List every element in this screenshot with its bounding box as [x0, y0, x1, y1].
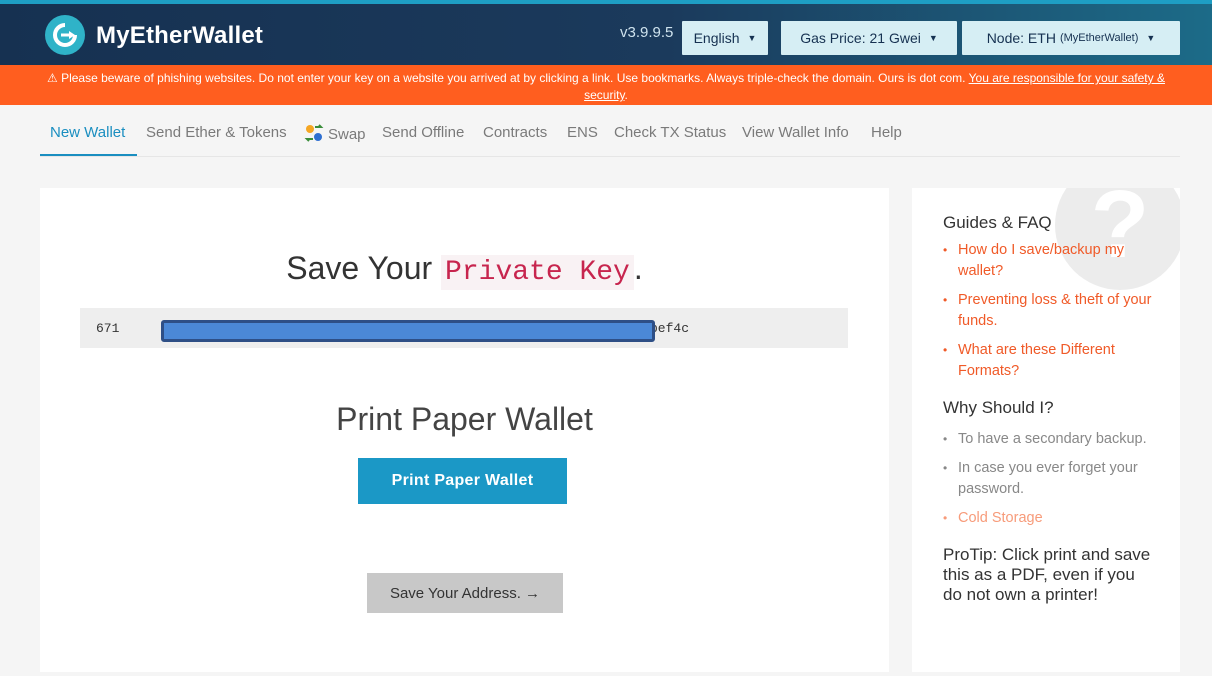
- brand-name[interactable]: MyEtherWallet: [96, 22, 263, 50]
- nav-send-ether-tokens[interactable]: Send Ether & Tokens: [146, 124, 287, 141]
- guides-faq-heading: Guides & FAQ: [943, 213, 1052, 232]
- nav-ens[interactable]: ENS: [567, 124, 598, 141]
- guide-link-prevent-loss[interactable]: Preventing loss & theft of your funds.: [943, 290, 1153, 332]
- print-paper-wallet-button[interactable]: Print Paper Wallet: [358, 458, 567, 504]
- redaction-bar: [161, 320, 655, 342]
- main-nav: New Wallet Send Ether & Tokens Swap Send…: [40, 110, 1180, 157]
- language-label: English: [693, 30, 740, 46]
- why-item-forget: In case you ever forget your password.: [943, 458, 1153, 500]
- node-sublabel: (MyEtherWallet): [1059, 32, 1139, 44]
- myetherwallet-logo-icon[interactable]: [45, 15, 85, 55]
- protip-text: ProTip: Click print and save this as a P…: [943, 545, 1151, 604]
- nav-swap[interactable]: Swap: [304, 124, 366, 143]
- why-link-cold-storage[interactable]: Cold Storage: [943, 508, 1153, 529]
- main-panel: Save Your Private Key. 671 bef4c Print P…: [40, 188, 889, 672]
- nav-help[interactable]: Help: [871, 124, 902, 141]
- guide-link-formats[interactable]: What are these Different Formats?: [943, 340, 1153, 382]
- gas-price-label: Gas Price: 21 Gwei: [800, 30, 921, 46]
- title-prefix: Save Your: [286, 250, 442, 286]
- node-dropdown[interactable]: Node: ETH (MyEtherWallet) ▼: [962, 21, 1180, 55]
- title-suffix: .: [633, 250, 643, 286]
- save-your-address-button[interactable]: Save Your Address. →: [367, 573, 563, 613]
- gas-price-dropdown[interactable]: Gas Price: 21 Gwei ▼: [781, 21, 957, 55]
- banner-end: .: [624, 88, 628, 102]
- nav-send-offline[interactable]: Send Offline: [382, 124, 464, 141]
- why-list: To have a secondary backup. In case you …: [943, 429, 1153, 537]
- caret-down-icon: ▼: [928, 33, 938, 43]
- print-paper-wallet-title: Print Paper Wallet: [336, 401, 593, 437]
- why-item-backup: To have a secondary backup.: [943, 429, 1153, 450]
- guides-sidebar: ? Guides & FAQ How do I save/backup my w…: [912, 188, 1180, 672]
- version-label: v3.9.9.5: [620, 24, 674, 41]
- save-private-key-title: Save Your Private Key.: [40, 250, 889, 290]
- nav-contracts[interactable]: Contracts: [483, 124, 547, 141]
- phishing-warning-banner: ⚠ Please beware of phishing websites. Do…: [0, 65, 1212, 105]
- nav-check-tx-status[interactable]: Check TX Status: [614, 124, 726, 141]
- active-tab-underline: [40, 154, 137, 156]
- header-top-line: [0, 0, 1212, 4]
- nav-view-wallet-info[interactable]: View Wallet Info: [742, 124, 849, 141]
- language-dropdown[interactable]: English ▼: [682, 21, 768, 55]
- guide-link-backup[interactable]: How do I save/backup my wallet?: [943, 240, 1153, 282]
- caret-down-icon: ▼: [1146, 33, 1156, 43]
- private-key-field[interactable]: 671 bef4c: [80, 308, 848, 348]
- guides-list: How do I save/backup my wallet? Preventi…: [943, 240, 1153, 390]
- caret-down-icon: ▼: [747, 33, 757, 43]
- nav-swap-label: Swap: [328, 126, 366, 143]
- private-key-start: 671: [96, 321, 120, 336]
- why-should-i-heading: Why Should I?: [943, 398, 1054, 417]
- banner-text: ⚠ Please beware of phishing websites. Do…: [47, 71, 969, 85]
- node-label: Node: ETH: [986, 30, 1056, 46]
- app-header: MyEtherWallet v3.9.9.5 English ▼ Gas Pri…: [0, 0, 1212, 65]
- private-key-end: bef4c: [650, 321, 690, 336]
- swap-icon: [304, 124, 324, 142]
- nav-new-wallet[interactable]: New Wallet: [50, 124, 125, 141]
- title-private-key: Private Key: [441, 255, 634, 290]
